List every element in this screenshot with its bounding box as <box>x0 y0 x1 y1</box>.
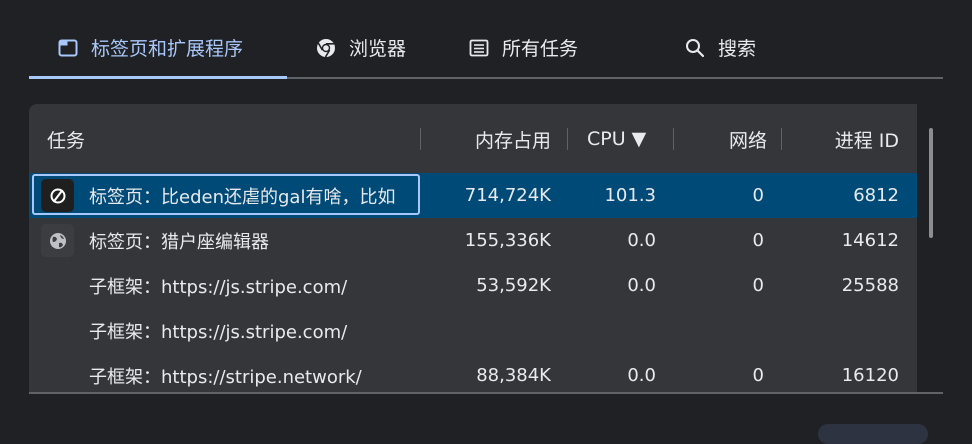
tab-label: 搜索 <box>718 38 757 60</box>
process-id-value <box>789 308 899 353</box>
task-manager-tabs: 标签页和扩展程序 浏览器 所有任务 搜索 <box>29 18 943 79</box>
process-id-value: 25588 <box>841 275 899 296</box>
active-tab-indicator <box>29 76 287 79</box>
task-name: 子框架：https://stripe.network/ <box>89 366 362 388</box>
cpu-value: 101.3 <box>604 185 656 206</box>
memory-value: 714,724K <box>464 185 551 206</box>
cpu-value: 0.0 <box>627 275 656 296</box>
table-row[interactable]: 子框架：https://stripe.network/ 88,384K 0.0 … <box>29 353 917 394</box>
tab-label: 标签页和扩展程序 <box>91 38 244 60</box>
scrollbar-thumb[interactable] <box>929 128 933 238</box>
task-name: 子框架：https://js.stripe.com/ <box>89 276 348 298</box>
network-value: 0 <box>752 185 764 206</box>
tab-all-tasks[interactable]: 所有任务 <box>468 18 578 77</box>
list-icon <box>468 37 490 59</box>
end-process-button[interactable] <box>818 424 928 444</box>
process-id-value: 6812 <box>853 185 899 206</box>
task-name: 子框架：https://js.stripe.com/ <box>89 321 348 343</box>
column-header-network[interactable]: 网络 <box>679 104 767 174</box>
column-divider[interactable] <box>673 128 674 150</box>
table-row[interactable]: 子框架：https://js.stripe.com/ 53,592K 0.0 0… <box>29 263 917 308</box>
column-divider[interactable] <box>567 128 568 150</box>
memory-value: 155,336K <box>464 230 551 251</box>
table-row[interactable]: 标签页：比eden还虐的gal有啥，比如 714,724K 101.3 0 68… <box>29 173 917 218</box>
table-row[interactable]: 子框架：https://js.stripe.com/ <box>29 308 917 353</box>
network-value: 0 <box>752 275 764 296</box>
tab-label: 浏览器 <box>349 38 407 60</box>
table-header: 任务 内存占用 CPU ▼ 网络 进程 ID <box>29 104 917 174</box>
tab-browser[interactable]: 浏览器 <box>315 18 406 77</box>
column-header-task[interactable]: 任务 <box>47 104 347 174</box>
globe-icon <box>41 224 74 257</box>
memory-value: 53,592K <box>476 275 551 296</box>
column-header-cpu[interactable]: CPU ▼ <box>587 104 687 174</box>
panel-divider <box>29 392 943 394</box>
column-divider[interactable] <box>420 128 421 150</box>
column-header-memory[interactable]: 内存占用 <box>429 104 551 174</box>
chrome-icon <box>315 37 337 59</box>
task-name: 标签页：比eden还虐的gal有啥，比如 <box>89 186 396 208</box>
task-table: 任务 内存占用 CPU ▼ 网络 进程 ID 标签页：比eden还虐的gal有啥… <box>29 104 943 394</box>
tab-tabs-and-extensions[interactable]: 标签页和扩展程序 <box>57 18 243 77</box>
cpu-value: 0.0 <box>627 230 656 251</box>
cpu-value <box>569 308 656 353</box>
network-value <box>679 308 764 353</box>
tab-label: 所有任务 <box>502 38 579 60</box>
process-id-value: 14612 <box>841 230 899 251</box>
tab-search[interactable]: 搜索 <box>684 18 756 77</box>
network-value: 0 <box>752 230 764 251</box>
process-id-value: 16120 <box>841 365 899 386</box>
table-row[interactable]: 标签页：猎户座编辑器 155,336K 0.0 0 14612 <box>29 218 917 263</box>
search-icon <box>684 37 706 59</box>
tab-icon <box>57 37 79 59</box>
task-name: 标签页：猎户座编辑器 <box>89 231 269 253</box>
memory-value <box>429 308 551 353</box>
column-divider[interactable] <box>781 128 782 150</box>
cpu-value: 0.0 <box>627 365 656 386</box>
network-value: 0 <box>752 365 764 386</box>
blocked-icon <box>41 179 74 212</box>
column-header-process-id[interactable]: 进程 ID <box>789 104 899 174</box>
memory-value: 88,384K <box>476 365 551 386</box>
